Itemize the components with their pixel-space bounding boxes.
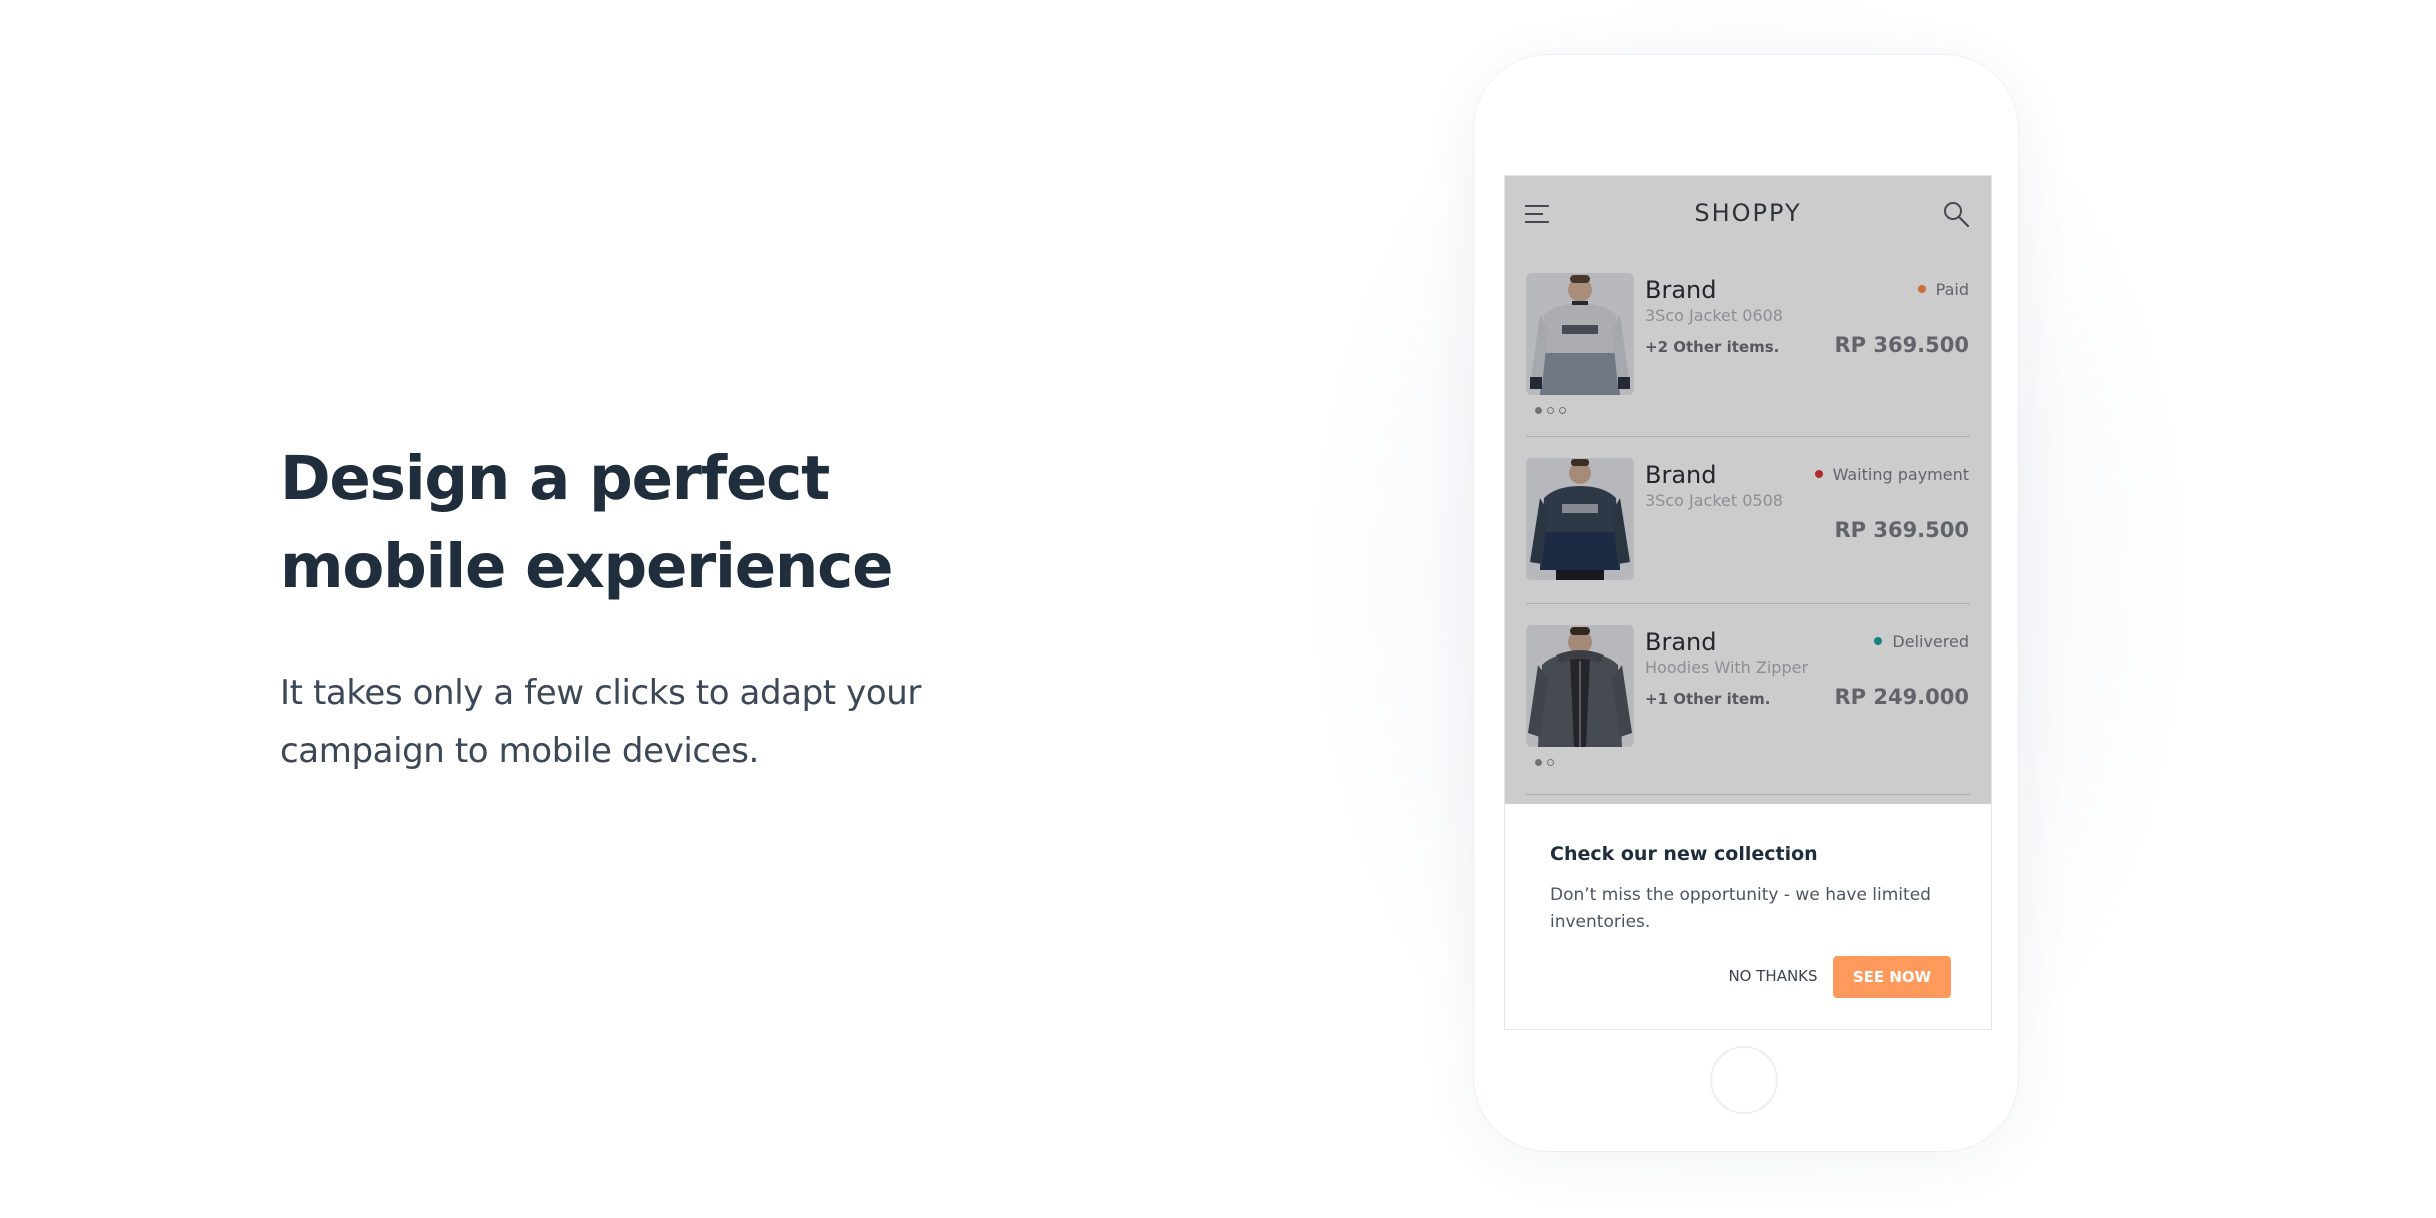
shop-app: SHOPPY Brand 3Sco Jacket 0608 +2 Other i…: [1505, 176, 1991, 804]
home-button[interactable]: [1710, 1046, 1778, 1114]
promo-bottom-sheet: Check our new collection Don’t miss the …: [1505, 804, 1991, 1029]
no-thanks-button[interactable]: NO THANKS: [1705, 956, 1841, 996]
hero-subtext: It takes only a few clicks to adapt your…: [280, 673, 921, 771]
sheet-body: Don’t miss the opportunity - we have lim…: [1550, 885, 1931, 932]
sheet-title: Check our new collection: [1550, 843, 1818, 865]
phone-mockup: SHOPPY Brand 3Sco Jacket 0608 +2 Other i…: [1474, 55, 2018, 1151]
headline: Design a perfect mobile experience: [280, 443, 893, 602]
phone-screen: SHOPPY Brand 3Sco Jacket 0608 +2 Other i…: [1504, 175, 1992, 1030]
modal-overlay[interactable]: [1505, 176, 1991, 804]
see-now-button[interactable]: SEE NOW: [1833, 956, 1951, 998]
